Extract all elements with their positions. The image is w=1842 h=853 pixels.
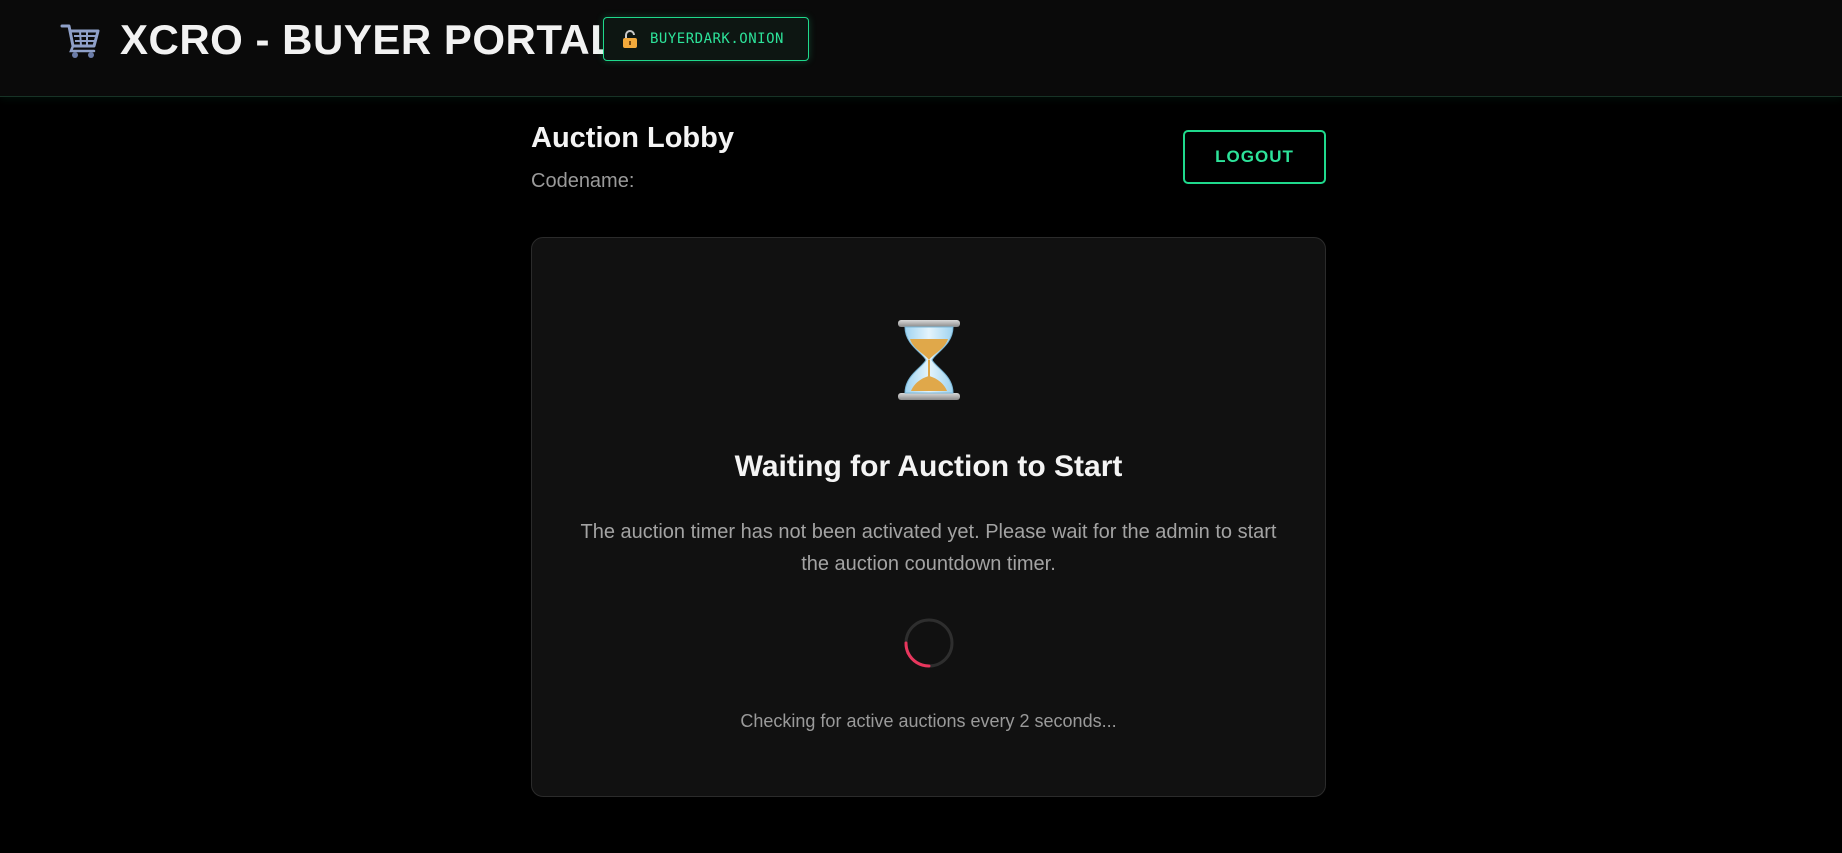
top-bar: XCRO - BUYER PORTAL BUYERDARK.ONION: [0, 0, 1842, 97]
polling-status-text: Checking for active auctions every 2 sec…: [740, 711, 1117, 731]
portal-title: XCRO - BUYER PORTAL: [120, 16, 617, 63]
onion-address-text: BUYERDARK.ONION: [650, 31, 784, 47]
waiting-title: Waiting for Auction to Start: [734, 450, 1123, 483]
lock-icon: [622, 30, 638, 48]
waiting-description: The auction timer has not been activated…: [580, 521, 1277, 575]
onion-address-badge: BUYERDARK.ONION: [603, 17, 809, 61]
shopping-cart-icon: [60, 20, 102, 60]
page-title: Auction Lobby: [531, 122, 734, 154]
waiting-card: Waiting for Auction to Start The auction…: [531, 237, 1326, 797]
codename-label: Codename:: [531, 170, 635, 192]
logout-button[interactable]: LOGOUT: [1183, 130, 1326, 184]
brand: XCRO - BUYER PORTAL: [60, 16, 617, 63]
loading-spinner: [904, 618, 954, 668]
hourglass-icon: [895, 319, 963, 401]
